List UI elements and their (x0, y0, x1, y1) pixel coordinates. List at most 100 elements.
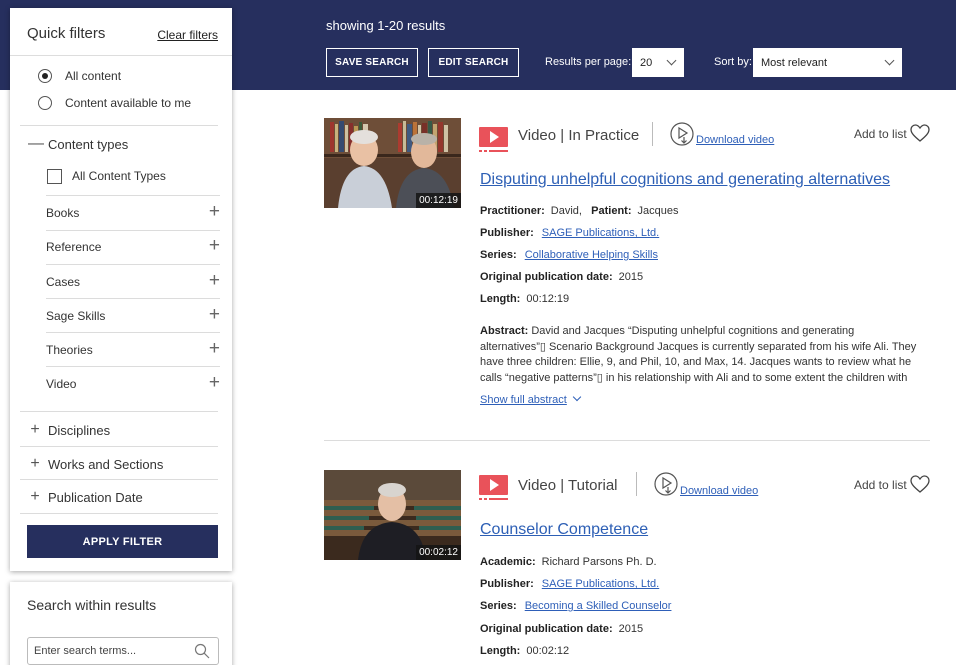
meta-publisher: Publisher: SAGE Publications, Ltd. (480, 578, 659, 590)
result-title-link[interactable]: Counselor Competence (480, 521, 648, 539)
works-sections-toggle[interactable]: + Works and Sections (28, 454, 163, 474)
meta-value: 00:02:12 (526, 645, 570, 657)
divider (20, 125, 218, 126)
content-type-cases[interactable]: Cases + (46, 271, 220, 291)
meta-label: Patient: (591, 205, 632, 217)
download-video-icon[interactable] (670, 122, 694, 146)
meta-label: Academic: (480, 556, 536, 568)
radio-all-content[interactable]: All content (38, 66, 121, 86)
abstract-text: David and Jacques “Disputing unhelpful c… (480, 325, 917, 384)
disciplines-toggle[interactable]: + Disciplines (28, 420, 110, 440)
plus-icon[interactable]: + (209, 236, 220, 255)
search-within-input[interactable]: Enter search terms... (27, 637, 219, 665)
add-to-list-button[interactable]: Add to list (854, 127, 907, 141)
clear-filters-link[interactable]: Clear filters (157, 28, 218, 42)
abstract-label: Abstract: (480, 325, 529, 337)
publication-date-toggle[interactable]: + Publication Date (28, 487, 142, 507)
meta-pubdate: Original publication date: 2015 (480, 271, 643, 283)
series-link[interactable]: Becoming a Skilled Counselor (525, 600, 672, 612)
content-type-label: Video | In Practice (518, 127, 640, 144)
publisher-link[interactable]: SAGE Publications, Ltd. (542, 578, 659, 590)
download-video-link[interactable]: Download video (696, 134, 774, 146)
divider (20, 513, 218, 514)
plus-icon[interactable]: + (209, 202, 220, 221)
chevron-down-icon (572, 392, 582, 402)
results-per-page-select[interactable]: 20 (632, 48, 684, 77)
search-icon[interactable] (194, 643, 210, 659)
all-content-types-checkbox[interactable]: All Content Types (47, 167, 166, 185)
radio-unselected-icon (38, 96, 52, 110)
content-types-toggle[interactable]: — Content types (28, 134, 128, 154)
divider (46, 332, 220, 333)
quick-filters-title: Quick filters (27, 25, 106, 42)
meta-label: Practitioner: (480, 205, 545, 217)
meta-value: 00:12:19 (526, 293, 570, 305)
meta-people: Practitioner: David, Patient: Jacques (480, 205, 678, 217)
content-type-label: Books (46, 206, 80, 220)
content-type-books[interactable]: Books + (46, 202, 220, 222)
result-abstract: Abstract: David and Jacques “Disputing u… (480, 324, 920, 386)
sort-select[interactable]: Most relevant (753, 48, 902, 77)
plus-icon[interactable]: + (209, 373, 220, 392)
results-per-page-label: Results per page: (545, 56, 632, 68)
content-type-reference[interactable]: Reference + (46, 236, 220, 256)
edit-search-button[interactable]: EDIT SEARCH (428, 48, 519, 77)
video-duration: 00:12:19 (416, 193, 461, 208)
content-type-label: Reference (46, 240, 102, 254)
section-title: Works and Sections (48, 456, 164, 472)
plus-icon[interactable]: + (209, 305, 220, 324)
save-search-button[interactable]: SAVE SEARCH (326, 48, 418, 77)
heart-icon[interactable] (910, 475, 930, 494)
heart-icon[interactable] (910, 124, 930, 143)
add-to-list-button[interactable]: Add to list (854, 478, 907, 492)
search-within-panel: Search within results Enter search terms… (10, 582, 232, 665)
publisher-link[interactable]: SAGE Publications, Ltd. (542, 227, 659, 239)
video-duration: 00:02:12 (416, 545, 461, 560)
content-type-video[interactable]: Video + (46, 373, 220, 393)
meta-label: Original publication date: (480, 623, 613, 635)
meta-value: 2015 (618, 271, 644, 283)
search-within-title: Search within results (27, 597, 157, 613)
series-link[interactable]: Collaborative Helping Skills (525, 249, 658, 261)
content-types-title: Content types (48, 136, 129, 152)
separator (636, 472, 637, 496)
chevron-down-icon (884, 55, 895, 66)
plus-icon: + (30, 421, 40, 438)
results-count: showing 1-20 results (326, 18, 446, 33)
apply-filter-button[interactable]: APPLY FILTER (27, 525, 218, 558)
content-type-theories[interactable]: Theories + (46, 339, 220, 359)
divider (46, 298, 220, 299)
plus-icon: + (30, 488, 40, 505)
minus-icon: — (28, 135, 44, 152)
video-play-icon (479, 475, 508, 500)
show-full-abstract-link[interactable]: Show full abstract (480, 394, 567, 406)
meta-series: Series: Collaborative Helping Skills (480, 249, 658, 261)
meta-label: Series: (480, 600, 517, 612)
meta-series: Series: Becoming a Skilled Counselor (480, 600, 671, 612)
meta-value: 2015 (618, 623, 644, 635)
divider (46, 230, 220, 231)
content-type-sage-skills[interactable]: Sage Skills + (46, 305, 220, 325)
plus-icon: + (30, 455, 40, 472)
radio-content-available[interactable]: Content available to me (38, 93, 191, 113)
divider (20, 479, 218, 480)
plus-icon[interactable]: + (209, 339, 220, 358)
quick-filters-panel: Quick filters Clear filters All content … (10, 8, 232, 571)
divider (20, 446, 218, 447)
download-video-icon[interactable] (654, 472, 678, 496)
result-title-link[interactable]: Disputing unhelpful cognitions and gener… (480, 171, 890, 189)
checkbox-icon (47, 168, 62, 184)
video-thumbnail[interactable]: 00:02:12 (324, 470, 461, 560)
plus-icon[interactable]: + (209, 271, 220, 290)
meta-length: Length: 00:12:19 (480, 293, 569, 305)
chevron-down-icon (666, 55, 677, 66)
download-video-link[interactable]: Download video (680, 485, 758, 497)
result-item: 00:02:12 Video | Tutorial Download video… (324, 470, 934, 665)
section-title: Disciplines (48, 422, 111, 438)
meta-pubdate: Original publication date: 2015 (480, 623, 643, 635)
meta-label: Publisher: (480, 227, 534, 239)
meta-publisher: Publisher: SAGE Publications, Ltd. (480, 227, 659, 239)
video-thumbnail[interactable]: 00:12:19 (324, 118, 461, 208)
meta-length: Length: 00:02:12 (480, 645, 569, 657)
meta-label: Series: (480, 249, 517, 261)
